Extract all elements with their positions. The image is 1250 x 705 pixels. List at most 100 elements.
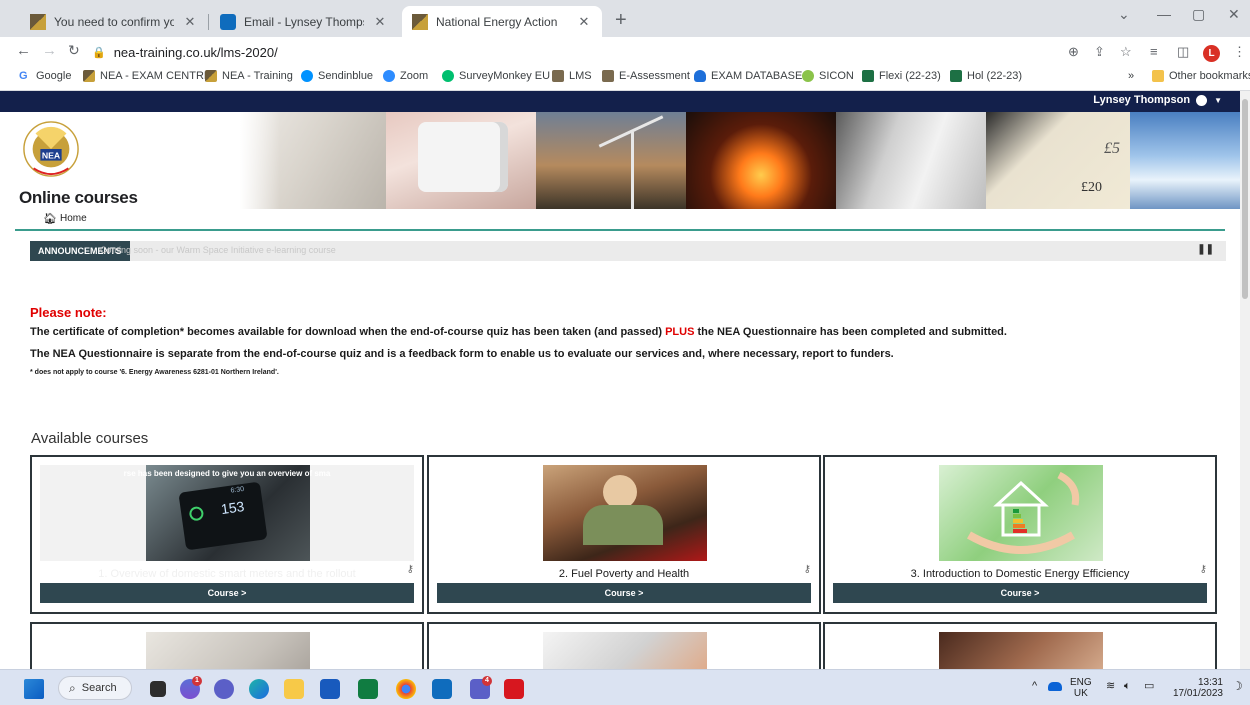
tab-national-energy-action[interactable]: National Energy Action ✕ — [402, 6, 602, 37]
course-thumbnail[interactable] — [146, 632, 310, 669]
notification-badge: 1 — [192, 676, 202, 686]
bookmark-hol[interactable]: Hol (22-23) — [950, 70, 1022, 82]
side-panel-icon[interactable]: ◫ — [1177, 44, 1189, 60]
course-button[interactable]: Course > — [437, 583, 811, 603]
course-card[interactable]: 3. Introduction to Domestic Energy Effic… — [823, 455, 1217, 614]
course-thumbnail[interactable] — [543, 465, 707, 561]
user-menu[interactable]: Lynsey Thompson ▼ — [1093, 94, 1222, 106]
language-indicator[interactable]: ENG UK — [1070, 677, 1092, 699]
chat-icon[interactable] — [214, 679, 234, 699]
course-card[interactable] — [30, 622, 424, 669]
tab-outlook-email[interactable]: Email - Lynsey Thompson - Outlo ✕ — [210, 6, 398, 37]
course-title[interactable]: 3. Introduction to Domestic Energy Effic… — [825, 568, 1215, 580]
page-scrollbar[interactable] — [1240, 91, 1250, 669]
excel-icon[interactable] — [358, 679, 378, 699]
window-close-button[interactable]: ✕ — [1228, 6, 1240, 23]
bookmark-e-assessment[interactable]: E-Assessment — [602, 70, 690, 82]
battery-icon[interactable]: ▭ — [1144, 681, 1154, 692]
chevron-down-icon[interactable]: ⌄ — [1118, 6, 1130, 23]
share-icon[interactable]: ⇪ — [1094, 44, 1105, 60]
course-thumbnail[interactable] — [543, 632, 707, 669]
announcement-text[interactable]: Coming soon - our Warm Space Initiative … — [100, 245, 336, 255]
address-bar[interactable]: 🔒 nea-training.co.uk/lms-2020/ — [92, 39, 1102, 65]
menu-icon[interactable]: ⋮ — [1233, 44, 1246, 60]
course-card[interactable] — [427, 622, 821, 669]
course-thumbnail[interactable] — [939, 465, 1103, 561]
course-title[interactable]: 2. Fuel Poverty and Health — [429, 568, 819, 580]
chrome-icon[interactable] — [396, 679, 416, 699]
tab-title: National Energy Action — [436, 14, 558, 29]
turbine-mast — [631, 132, 634, 209]
notifications-icon[interactable]: ☽ — [1232, 680, 1243, 692]
outlook-icon — [220, 13, 236, 30]
solar-panel-image — [1130, 112, 1240, 209]
notice-line-1: The certificate of completion* becomes a… — [30, 325, 1220, 339]
scrollbar-thumb[interactable] — [1242, 99, 1248, 299]
course-title[interactable]: 1. Overview of domestic smart meters and… — [32, 568, 422, 580]
bookmark-label: EXAM DATABASE — [711, 70, 803, 82]
wifi-icon[interactable]: ≋ — [1106, 681, 1115, 692]
course-thumbnail[interactable]: 153 6:30 rse has been designed to give y… — [40, 465, 414, 561]
announcements-ticker: ANNOUNCEMENTS Coming soon - our Warm Spa… — [30, 241, 1226, 261]
course-card[interactable] — [823, 622, 1217, 669]
chevron-up-icon[interactable]: ^ — [1032, 681, 1037, 692]
browser-toolbar: ← → ↻ 🔒 nea-training.co.uk/lms-2020/ ⊕ ⇪… — [0, 37, 1250, 67]
bookmark-sicon[interactable]: SICON — [802, 70, 854, 82]
person-figure — [603, 475, 637, 509]
reload-button[interactable]: ↻ — [68, 42, 80, 59]
bookmark-nea-training[interactable]: NEA - Training — [205, 70, 293, 82]
notice-box: Please note: The certificate of completi… — [30, 305, 1220, 388]
meter-reading: 153 — [219, 498, 246, 518]
nea-logo[interactable]: NEA — [22, 120, 80, 178]
file-explorer-icon[interactable] — [284, 679, 304, 699]
close-icon[interactable]: ✕ — [372, 14, 388, 30]
course-thumbnail[interactable] — [939, 632, 1103, 669]
forward-button[interactable]: → — [42, 42, 57, 59]
course-card[interactable]: 2. Fuel Poverty and Health ⚷ Course > — [427, 455, 821, 614]
task-view-icon[interactable] — [150, 681, 166, 697]
profile-avatar[interactable]: L — [1203, 45, 1220, 62]
bookmark-star-icon[interactable]: ☆ — [1120, 44, 1132, 60]
excel-icon — [950, 70, 962, 82]
acrobat-icon[interactable] — [504, 679, 524, 699]
bookmark-surveymonkey[interactable]: SurveyMonkey EU — [442, 70, 550, 82]
sendinblue-icon — [301, 70, 313, 82]
bookmark-lms[interactable]: LMS — [552, 70, 592, 82]
bookmark-sendinblue[interactable]: Sendinblue — [301, 70, 373, 82]
zoom-icon[interactable]: ⊕ — [1068, 44, 1079, 60]
logo-text: NEA — [42, 151, 61, 161]
more-bookmarks-button[interactable]: » — [1128, 70, 1134, 82]
clock[interactable]: 13:31 17/01/2023 — [1171, 677, 1223, 699]
tab-confirm-account[interactable]: You need to confirm your accoun ✕ — [20, 6, 208, 37]
close-icon[interactable]: ✕ — [182, 14, 198, 30]
onedrive-icon[interactable] — [1048, 682, 1062, 691]
wind-turbine-image — [536, 112, 686, 209]
reading-list-icon[interactable]: ≡ — [1150, 44, 1158, 59]
minimize-button[interactable]: — — [1157, 6, 1171, 22]
bookmark-other-bookmarks[interactable]: Other bookmarks — [1152, 70, 1250, 82]
bookmark-flexi[interactable]: Flexi (22-23) — [862, 70, 941, 82]
close-icon[interactable]: ✕ — [576, 14, 592, 30]
clock-date: 17/01/2023 — [1172, 688, 1223, 699]
search-icon: ⌕ — [69, 680, 76, 695]
back-button[interactable]: ← — [16, 42, 31, 59]
bookmark-exam-database[interactable]: EXAM DATABASE — [694, 70, 802, 82]
pause-icon[interactable]: ❚❚ — [1197, 244, 1214, 255]
edge-icon[interactable] — [249, 679, 269, 699]
taskbar-search[interactable]: ⌕ Search — [58, 676, 132, 700]
windows-start-icon[interactable] — [24, 679, 44, 699]
course-card[interactable]: 153 6:30 rse has been designed to give y… — [30, 455, 424, 614]
e-assessment-icon — [602, 70, 614, 82]
course-button[interactable]: Course > — [40, 583, 414, 603]
page-title: Online courses — [19, 188, 138, 207]
new-tab-button[interactable]: + — [615, 9, 627, 32]
breadcrumb-home-link[interactable]: Home — [60, 213, 87, 224]
course-button[interactable]: Course > — [833, 583, 1207, 603]
volume-icon[interactable]: 🔈︎ — [1124, 681, 1131, 692]
bookmark-nea-exam-centre[interactable]: NEA - EXAM CENTRE — [83, 70, 211, 82]
word-icon[interactable] — [320, 679, 340, 699]
bookmark-zoom[interactable]: Zoom — [383, 70, 428, 82]
outlook-icon[interactable] — [432, 679, 452, 699]
maximize-button[interactable]: ▢ — [1192, 6, 1205, 23]
bookmark-google[interactable]: G Google — [19, 70, 71, 82]
